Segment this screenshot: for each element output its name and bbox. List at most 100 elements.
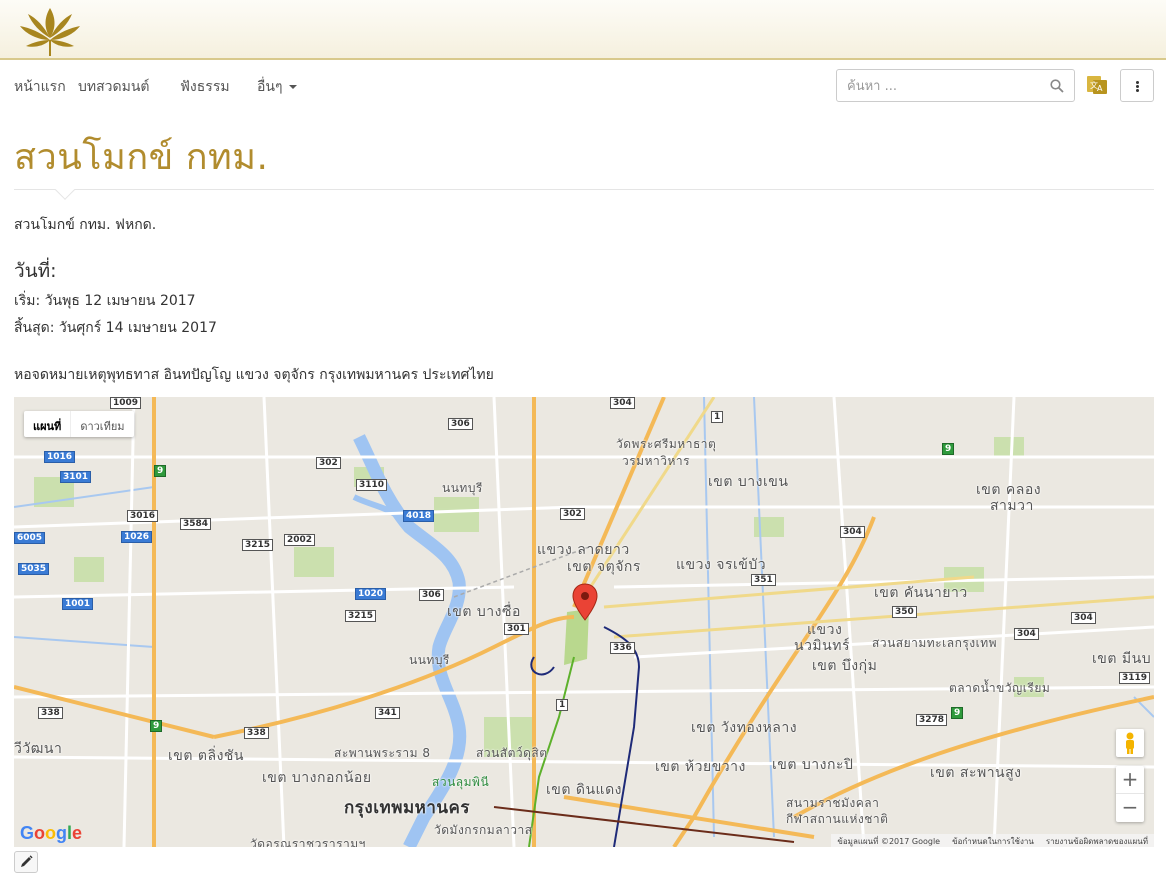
- route-shield: 5035: [18, 563, 50, 575]
- route-shield: 304: [1014, 628, 1039, 640]
- end-date: สิ้นสุด: วันศุกร์ 14 เมษายน 2017: [14, 320, 217, 336]
- route-shield: 9: [154, 465, 167, 477]
- zoom-in-button[interactable]: +: [1116, 766, 1144, 794]
- route-shield: 338: [38, 707, 63, 719]
- nav-dhamma-talks[interactable]: ฟังธรรม: [180, 76, 230, 98]
- map-label: เขต ดินแดง: [546, 782, 623, 798]
- route-shield: 9: [951, 707, 964, 719]
- route-shield: 9: [150, 720, 163, 732]
- route-shield: 302: [316, 457, 341, 469]
- map-label: เขต บางกะปิ: [772, 757, 854, 773]
- nav-chants[interactable]: บทสวดมนต์: [78, 76, 150, 98]
- map-label: สะพานพระราม 8: [334, 746, 431, 760]
- map-label: ตลาดน้ำขวัญเรียม: [949, 681, 1051, 695]
- map-type-satellite-button[interactable]: ดาวเทียม: [70, 411, 133, 437]
- search-icon[interactable]: [1050, 79, 1064, 93]
- more-dot-icon: [1136, 85, 1139, 88]
- route-shield: 350: [892, 606, 917, 618]
- google-map[interactable]: วัดพระศรีมหาธาตุ วรมหาวิหาร เขต บางเขน เ…: [14, 397, 1154, 847]
- brand-bar: [0, 0, 1166, 60]
- route-shield: 3016: [127, 510, 159, 522]
- more-options-button[interactable]: [1120, 69, 1154, 102]
- search-input[interactable]: [847, 76, 1037, 96]
- zoom-out-button[interactable]: −: [1116, 794, 1144, 822]
- svg-text:A: A: [1097, 84, 1103, 93]
- route-shield: 1009: [110, 397, 142, 409]
- map-label: เขต มีนบ: [1092, 651, 1152, 667]
- route-shield: 1026: [121, 531, 153, 543]
- map-label: นวมินทร์: [794, 638, 850, 654]
- nav-home[interactable]: หน้าแรก: [14, 76, 66, 98]
- map-label: นนทบุรี: [442, 481, 483, 495]
- route-shield: 306: [419, 589, 444, 601]
- route-shield: 2002: [284, 534, 316, 546]
- map-label: สวนสยามทะเลกรุงเทพ: [872, 636, 998, 650]
- map-type-map-button[interactable]: แผนที่: [24, 411, 70, 437]
- route-shield: 9: [942, 443, 955, 455]
- street-view-pegman-button[interactable]: [1116, 729, 1144, 757]
- route-shield: 1: [556, 699, 569, 711]
- title-divider: [14, 189, 1154, 190]
- map-label: เขต คันนายาว: [874, 585, 968, 601]
- route-shield: 336: [610, 642, 635, 654]
- route-shield: 3215: [242, 539, 274, 551]
- pencil-icon: [21, 855, 33, 867]
- route-shield: 351: [751, 574, 776, 586]
- map-label: สวนลุมพินี: [432, 775, 490, 789]
- zoom-control: + −: [1116, 766, 1144, 822]
- google-logo[interactable]: Google: [20, 823, 82, 844]
- route-shield: 3584: [180, 518, 212, 530]
- map-label: กรุงเทพมหานคร: [344, 798, 471, 818]
- route-shield: 3215: [345, 610, 377, 622]
- map-label: เขต บางกอกน้อย: [262, 770, 372, 786]
- nav-more-dropdown[interactable]: อื่นๆ: [257, 76, 297, 98]
- report-map-error-link[interactable]: รายงานข้อผิดพลาดของแผนที่: [1046, 835, 1148, 846]
- route-shield: 3101: [60, 471, 92, 483]
- map-label: วัดมังกรกมลาวาส: [434, 823, 533, 837]
- search-box: [836, 69, 1075, 102]
- map-label: นนทบุรี: [409, 653, 450, 667]
- caret-down-icon: [288, 85, 297, 89]
- route-shield: 4018: [403, 510, 435, 522]
- pegman-icon: [1126, 732, 1134, 754]
- route-shield: 1: [711, 411, 724, 423]
- map-marker-icon[interactable]: [572, 583, 598, 621]
- translate-icon[interactable]: 文 A: [1084, 72, 1110, 98]
- more-dot-icon: [1136, 89, 1139, 92]
- route-shield: 302: [560, 508, 585, 520]
- route-shield: 304: [840, 526, 865, 538]
- start-date: เริ่ม: วันพุธ 12 เมษายน 2017: [14, 293, 196, 309]
- map-label: สามวา: [990, 498, 1034, 514]
- map-label: กีฬาสถานแห่งชาติ: [786, 812, 889, 826]
- route-shield: 304: [1071, 612, 1096, 624]
- map-label: แขวง จรเข้บัว: [676, 557, 767, 573]
- map-label: เขต บางซื่อ: [447, 604, 521, 620]
- route-shield: 304: [610, 397, 635, 409]
- map-label: เขต ห้วยขวาง: [655, 759, 746, 775]
- terms-of-use-link[interactable]: ข้อกำหนดในการใช้งาน: [952, 835, 1034, 846]
- route-shield: 338: [244, 727, 269, 739]
- lotus-logo-icon[interactable]: [14, 2, 86, 58]
- map-label: วัดอรุณราชวรารามฯ: [250, 837, 366, 847]
- edit-button[interactable]: [14, 851, 38, 873]
- map-label: เขต บางเขน: [708, 474, 789, 490]
- map-attribution: ข้อมูลแผนที่ ©2017 Google ข้อกำหนดในการใ…: [831, 834, 1154, 847]
- route-shield: 3119: [1119, 672, 1151, 684]
- route-shield: 341: [375, 707, 400, 719]
- route-shield: 301: [504, 623, 529, 635]
- page-title: สวนโมกข์ กทม.: [14, 137, 269, 178]
- route-shield: 3278: [916, 714, 948, 726]
- map-type-control: แผนที่ ดาวเทียม: [24, 411, 134, 437]
- map-label: เขต บึงกุ่ม: [812, 658, 878, 674]
- map-label: เขต ตลิ่งชัน: [168, 748, 244, 764]
- date-heading: วันที่:: [14, 260, 57, 282]
- route-shield: 306: [448, 418, 473, 430]
- map-label: วีวัฒนา: [14, 741, 63, 757]
- map-label: เขต วังทองหลาง: [691, 720, 798, 736]
- more-dot-icon: [1136, 81, 1139, 84]
- route-shield: 6005: [14, 532, 46, 544]
- map-label: วรมหาวิหาร: [622, 454, 691, 468]
- map-label: สวนสัตว์ดุสิต: [476, 746, 548, 760]
- route-shield: 1020: [355, 588, 387, 600]
- event-description: สวนโมกข์ กทม. ฟหกด.: [14, 217, 157, 233]
